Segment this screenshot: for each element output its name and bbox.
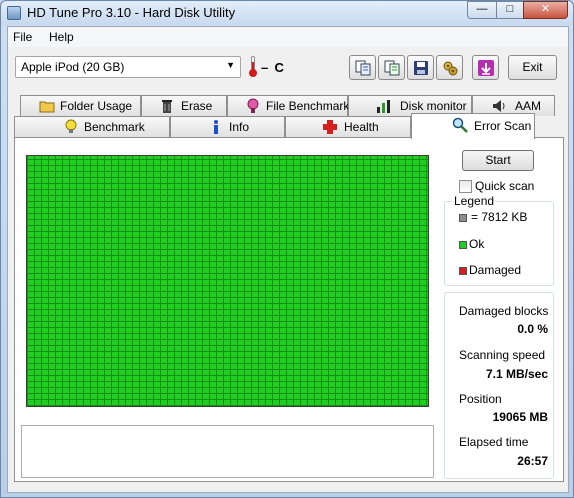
legend-damaged-swatch bbox=[459, 267, 467, 275]
copy-info-button[interactable] bbox=[349, 55, 376, 80]
tab-label: File Benchmark bbox=[266, 99, 350, 113]
menu-file[interactable]: File bbox=[13, 30, 32, 44]
folder-icon bbox=[39, 101, 55, 113]
legend-block-size: = 7812 KB bbox=[471, 210, 528, 224]
options-icon bbox=[443, 61, 458, 76]
minimize-button[interactable]: — bbox=[467, 1, 497, 19]
save-button[interactable] bbox=[407, 55, 434, 80]
error-scan-panel: Start Quick scan Legend = 7812 KB Ok Dam… bbox=[14, 137, 564, 482]
legend-ok-label: Ok bbox=[469, 237, 485, 251]
trash-icon bbox=[162, 100, 172, 113]
legend-damaged-label: Damaged bbox=[469, 263, 522, 277]
tab-label: Disk monitor bbox=[400, 99, 467, 113]
legend-ok-swatch bbox=[459, 241, 467, 249]
scanning-speed-value: 7.1 MB/sec bbox=[485, 367, 548, 381]
info-icon bbox=[214, 120, 218, 134]
quick-scan-label[interactable]: Quick scan bbox=[475, 179, 534, 193]
tab-label: Benchmark bbox=[84, 120, 145, 134]
scan-block-map bbox=[26, 155, 429, 407]
legend-title: Legend bbox=[452, 194, 497, 208]
client-area: File Help Apple iPod (20 GB) ▼ – C Exit … bbox=[7, 26, 569, 493]
health-cross-icon bbox=[323, 120, 337, 134]
options-button[interactable] bbox=[436, 55, 463, 80]
elapsed-time-value: 26:57 bbox=[517, 454, 548, 468]
disk-monitor-icon bbox=[377, 100, 390, 113]
tab-label: Erase bbox=[181, 99, 213, 113]
tab-label: AAM bbox=[515, 99, 542, 113]
window-title: HD Tune Pro 3.10 - Hard Disk Utility bbox=[27, 5, 236, 20]
drive-select-value: Apple iPod (20 GB) bbox=[21, 60, 125, 74]
title-bar[interactable]: HD Tune Pro 3.10 - Hard Disk Utility — □… bbox=[1, 1, 573, 25]
speaker-icon bbox=[493, 100, 505, 112]
drive-select[interactable]: Apple iPod (20 GB) ▼ bbox=[15, 56, 241, 78]
exit-button[interactable]: Exit bbox=[508, 55, 557, 80]
quick-scan-checkbox[interactable] bbox=[459, 180, 472, 193]
copy-info-icon bbox=[355, 60, 371, 76]
magnifier-icon bbox=[452, 117, 468, 133]
application-window: HD Tune Pro 3.10 - Hard Disk Utility — □… bbox=[0, 0, 574, 498]
tab-file-benchmark[interactable]: File Benchmark bbox=[227, 95, 350, 116]
damaged-blocks-label: Damaged blocks bbox=[459, 304, 549, 318]
app-icon bbox=[7, 6, 21, 20]
menu-bar: File Help bbox=[8, 27, 568, 47]
tab-benchmark[interactable]: Benchmark bbox=[14, 116, 170, 137]
damaged-blocks-value: 0.0 % bbox=[517, 322, 548, 336]
stats-box bbox=[444, 292, 554, 479]
start-button[interactable]: Start bbox=[462, 150, 534, 171]
save-icon bbox=[414, 61, 428, 75]
tab-label: Error Scan bbox=[474, 119, 532, 133]
copy-all-button[interactable] bbox=[378, 55, 405, 80]
close-button[interactable]: ✕ bbox=[523, 1, 568, 19]
screenshot-button[interactable] bbox=[472, 55, 499, 80]
tab-label: Folder Usage bbox=[60, 99, 133, 113]
thermometer-icon bbox=[248, 56, 258, 77]
scan-log-box[interactable] bbox=[21, 425, 434, 478]
tab-error-scan[interactable]: Error Scan bbox=[411, 113, 535, 139]
tab-folder-usage[interactable]: Folder Usage bbox=[20, 95, 141, 116]
tab-label: Health bbox=[344, 120, 379, 134]
chevron-down-icon: ▼ bbox=[226, 60, 235, 70]
tab-erase[interactable]: Erase bbox=[141, 95, 227, 116]
legend-block-swatch bbox=[459, 214, 467, 222]
screenshot-icon bbox=[478, 60, 494, 76]
scanning-speed-label: Scanning speed bbox=[459, 348, 546, 362]
menu-help[interactable]: Help bbox=[49, 30, 74, 44]
elapsed-time-label: Elapsed time bbox=[459, 435, 529, 449]
tab-health[interactable]: Health bbox=[285, 116, 411, 137]
file-benchmark-icon bbox=[247, 98, 259, 113]
copy-all-icon bbox=[384, 60, 400, 76]
tab-label: Info bbox=[229, 120, 250, 134]
lightbulb-icon bbox=[65, 119, 77, 133]
maximize-button[interactable]: □ bbox=[496, 1, 524, 19]
tab-info[interactable]: Info bbox=[170, 116, 285, 137]
position-value: 19065 MB bbox=[492, 410, 548, 424]
temperature-value: – C bbox=[261, 60, 284, 75]
position-label: Position bbox=[459, 392, 502, 406]
